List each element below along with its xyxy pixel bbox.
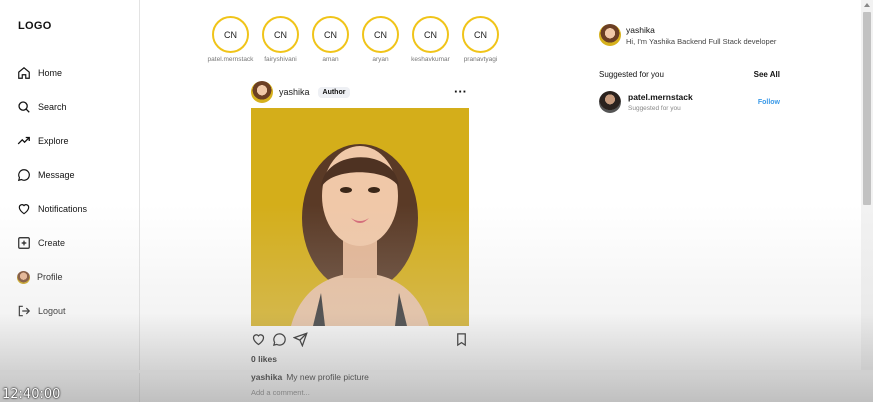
sidebar-item-create[interactable]: Create [17, 233, 65, 253]
share-send-icon[interactable] [293, 331, 308, 347]
story-username: pranavtyagi [463, 56, 498, 63]
comment-input[interactable] [251, 388, 451, 397]
current-username[interactable]: yashika [626, 25, 776, 35]
story-item[interactable]: CN aman [312, 16, 349, 63]
suggested-username[interactable]: patel.mernstack [628, 92, 693, 102]
sidebar-item-label: Message [38, 170, 75, 180]
see-all-link[interactable]: See All [754, 70, 780, 79]
sidebar-item-search[interactable]: Search [17, 97, 67, 117]
search-icon [18, 101, 30, 113]
post-image[interactable] [251, 108, 469, 326]
story-initials: CN [224, 29, 237, 40]
story-item[interactable]: CN fairyshivani [262, 16, 299, 63]
logout-icon [18, 305, 31, 317]
sidebar-item-label: Home [38, 68, 63, 78]
post-header: yashika Author ··· [251, 80, 469, 104]
story-initials: CN [324, 29, 337, 40]
sidebar-item-label: Notifications [38, 204, 88, 214]
logo[interactable]: LOGO [18, 20, 52, 32]
like-heart-icon[interactable] [251, 332, 266, 347]
story-item[interactable]: CN keshavkumar [411, 16, 450, 63]
avatar[interactable] [251, 81, 273, 103]
sidebar-item-logout[interactable]: Logout [17, 301, 66, 321]
sidebar-item-home[interactable]: Home [17, 63, 62, 83]
video-timestamp: 12:40:00 [2, 387, 61, 402]
story-initials: CN [274, 29, 287, 40]
right-panel: yashika Hi, I'm Yashika Backend Full Sta… [599, 24, 780, 113]
scrollbar-thumb[interactable] [863, 12, 871, 205]
caption-text: My new profile picture [286, 372, 369, 382]
sidebar-item-explore[interactable]: Explore [17, 131, 69, 151]
suggestion-subtitle: Suggested for you [628, 105, 681, 112]
plus-square-icon [18, 237, 30, 249]
scroll-up-arrow-icon[interactable] [864, 3, 870, 7]
portrait-photo [251, 108, 469, 326]
sidebar-item-label: Explore [38, 136, 69, 146]
sidebar-item-label: Create [38, 238, 66, 248]
sidebar-item-label: Profile [37, 272, 63, 282]
story-item[interactable]: CN aryan [362, 16, 399, 63]
current-user: yashika Hi, I'm Yashika Backend Full Sta… [599, 24, 780, 46]
post-actions [251, 330, 469, 348]
story-avatar[interactable]: CN [312, 16, 349, 53]
follow-button[interactable]: Follow [758, 99, 780, 106]
stories-bar: CN patel.mernstack CN fairyshivani CN am… [208, 16, 499, 63]
caption-username[interactable]: yashika [251, 372, 282, 382]
post-username[interactable]: yashika [279, 87, 310, 97]
suggestion-item: patel.mernstack Suggested for you Follow [599, 91, 780, 113]
story-item[interactable]: CN patel.mernstack [208, 16, 253, 63]
story-avatar[interactable]: CN [462, 16, 499, 53]
story-avatar[interactable]: CN [362, 16, 399, 53]
home-icon [18, 66, 30, 79]
story-initials: CN [374, 29, 387, 40]
sidebar-item-message[interactable]: Message [17, 165, 75, 185]
avatar[interactable] [599, 91, 621, 113]
story-item[interactable]: CN pranavtyagi [462, 16, 499, 63]
story-avatar[interactable]: CN [212, 16, 249, 53]
post-caption: yashika My new profile picture [251, 372, 469, 382]
avatar [17, 270, 30, 284]
sidebar-item-profile[interactable]: Profile [17, 267, 63, 287]
sidebar-item-label: Search [38, 102, 67, 112]
trending-up-icon [17, 136, 30, 145]
message-icon [17, 169, 30, 182]
post-card: yashika Author ··· 0 likes yashika My new… [251, 80, 469, 400]
bookmark-icon[interactable] [454, 332, 469, 347]
story-initials: CN [424, 29, 437, 40]
story-initials: CN [474, 29, 487, 40]
avatar[interactable] [599, 24, 621, 46]
story-avatar[interactable]: CN [262, 16, 299, 53]
user-bio: Hi, I'm Yashika Backend Full Stack devel… [626, 36, 777, 46]
story-avatar[interactable]: CN [412, 16, 449, 53]
author-badge: Author [317, 86, 351, 98]
suggestions-title: Suggested for you [599, 70, 664, 79]
sidebar: LOGO Home Search Explore Message Notific… [0, 0, 140, 402]
scrollbar[interactable] [861, 0, 873, 370]
video-progress-bar[interactable] [0, 370, 873, 373]
sidebar-item-notifications[interactable]: Notifications [17, 199, 87, 219]
likes-count: 0 likes [251, 354, 277, 364]
heart-icon [18, 204, 30, 215]
more-options-icon[interactable]: ··· [454, 85, 467, 98]
sidebar-item-label: Logout [38, 306, 66, 316]
comment-icon[interactable] [272, 332, 287, 347]
suggestions-header: Suggested for you See All [599, 70, 780, 79]
